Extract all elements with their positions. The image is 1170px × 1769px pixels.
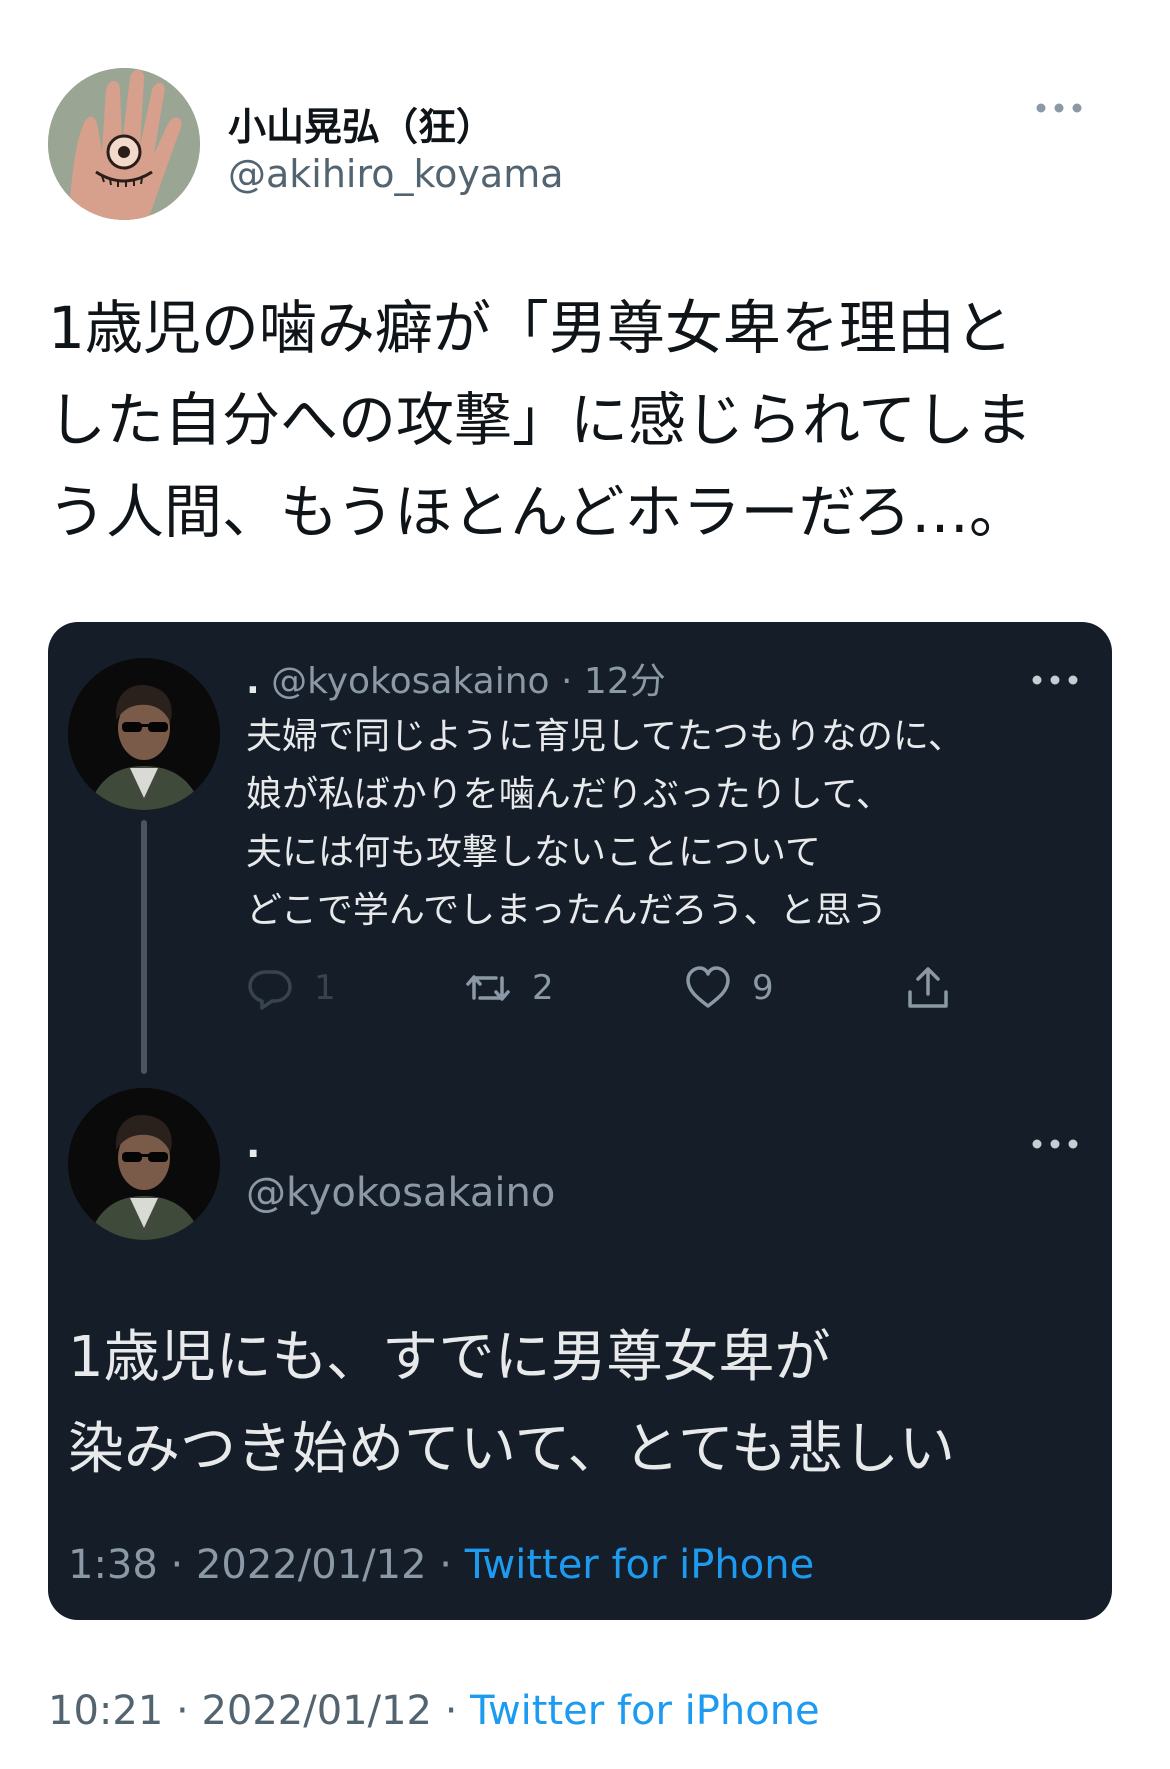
quoted-second-time: 1:38 — [68, 1542, 158, 1588]
meta-separator: · — [439, 1542, 452, 1588]
tweet-source-link[interactable]: Twitter for iPhone — [470, 1688, 820, 1734]
quoted-author-avatar[interactable] — [68, 1088, 220, 1240]
meta-separator: · — [176, 1688, 189, 1734]
quoted-first-separator: · — [561, 661, 573, 702]
quoted-first-name[interactable]: . — [246, 661, 260, 702]
reply-count: 1 — [314, 968, 336, 1008]
man-sunglasses-avatar-image — [68, 658, 220, 810]
quoted-second-text: 1歳児にも、すでに男尊女卑が 染みつき始めていて、とても悲しい — [68, 1325, 956, 1482]
quoted-first-header: . @kyokosakaino · 12分 — [246, 652, 666, 704]
reply-button[interactable]: 1 — [246, 958, 336, 1018]
retweet-button[interactable]: 2 — [464, 958, 554, 1018]
quoted-second-date: 2022/01/12 — [195, 1542, 427, 1588]
quoted-first-age: 12分 — [583, 661, 666, 702]
like-button[interactable]: 9 — [684, 958, 774, 1018]
author-avatar[interactable] — [48, 68, 200, 220]
quoted-first-handle[interactable]: @kyokosakaino — [271, 661, 549, 702]
hand-eye-avatar-image — [48, 68, 200, 220]
reply-icon — [248, 970, 292, 1010]
share-icon — [908, 967, 948, 1008]
quoted-second-source-link[interactable]: Twitter for iPhone — [465, 1542, 815, 1588]
retweet-count: 2 — [532, 968, 554, 1008]
tweet-meta: 10:21 · 2022/01/12 · Twitter for iPhone — [48, 1688, 820, 1734]
like-count: 9 — [752, 968, 774, 1008]
quoted-second-name[interactable]: . — [246, 1122, 260, 1166]
tweet-date: 2022/01/12 — [201, 1688, 432, 1734]
quoted-author-avatar[interactable] — [68, 658, 220, 810]
retweet-icon — [466, 975, 510, 1001]
author-name[interactable]: 小山晃弘（狂） — [228, 96, 494, 151]
quoted-second-handle[interactable]: @kyokosakaino — [246, 1170, 555, 1216]
quoted-first-actions: 1 2 9 — [246, 958, 1006, 1018]
quoted-second-meta: 1:38 · 2022/01/12 · Twitter for iPhone — [68, 1542, 814, 1588]
meta-separator: · — [170, 1542, 184, 1588]
quoted-first-text: 夫婦で同じように育児してたつもりなのに、 娘が私ばかりを噛んだりぶったりして、 … — [246, 716, 964, 931]
like-icon — [686, 966, 730, 1008]
tweet-time: 10:21 — [48, 1688, 164, 1734]
man-sunglasses-avatar-image — [68, 1088, 220, 1240]
thread-connector-line — [141, 820, 147, 1074]
more-horizontal-icon[interactable] — [1030, 1134, 1080, 1154]
meta-separator: · — [444, 1688, 458, 1734]
more-horizontal-icon[interactable] — [1030, 670, 1080, 690]
tweet-text: 1歳児の噛み癖が「男尊女卑を理由と した自分への攻撃」に感じられてしま う人間、… — [48, 294, 1033, 546]
author-handle[interactable]: @akihiro_koyama — [228, 152, 564, 196]
more-horizontal-icon[interactable] — [1034, 98, 1084, 118]
tweet-header: 小山晃弘（狂） @akihiro_koyama — [48, 68, 1122, 224]
quoted-tweet-card[interactable]: . @kyokosakaino · 12分 夫婦で同じように育児してたつもりなの… — [48, 622, 1112, 1620]
share-button[interactable] — [904, 958, 952, 1018]
